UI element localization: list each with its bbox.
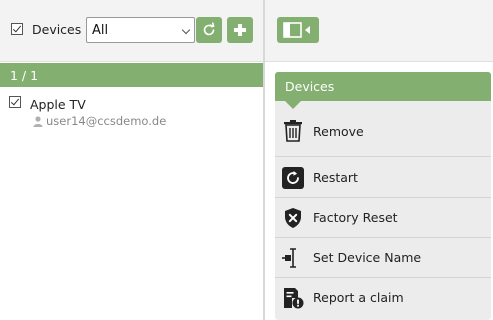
menu-header-pointer [285, 101, 301, 109]
actions-panel: Devices Remove Restart Factory Reset Set… [265, 0, 493, 320]
shield-x-icon [285, 208, 301, 228]
menu-header: Devices [275, 72, 491, 101]
text-cursor-icon [282, 248, 296, 268]
menu-item-label: Factory Reset [313, 210, 398, 225]
menu-title: Devices [285, 79, 335, 94]
item-count: 1 / 1 [10, 68, 39, 83]
menu-item-label: Restart [313, 170, 358, 185]
count-bar: 1 / 1 [0, 63, 270, 87]
list-toolbar: Devices All [0, 0, 263, 62]
menu-item-remove[interactable]: Remove [275, 112, 491, 157]
trash-icon [284, 120, 302, 142]
device-checkbox[interactable] [9, 96, 21, 108]
device-user-email: user14@ccsdemo.de [46, 114, 167, 128]
menu-item-set-device-name[interactable]: Set Device Name [275, 238, 491, 278]
device-actions-menu: Devices Remove Restart Factory Reset Set… [275, 72, 491, 320]
plus-icon [234, 24, 246, 36]
device-list-panel: Devices All 1 / 1 Apple TV user14@ccsdem… [0, 0, 270, 320]
devices-label: Devices [32, 22, 82, 37]
menu-item-restart[interactable]: Restart [275, 158, 491, 198]
filter-select-value: All [92, 23, 109, 38]
menu-item-label: Remove [313, 124, 364, 139]
list-item[interactable]: Apple TV user14@ccsdemo.de [0, 92, 263, 132]
panel-collapse-icon [283, 22, 310, 38]
menu-item-report-claim[interactable]: Report a claim [275, 278, 491, 318]
menu-item-factory-reset[interactable]: Factory Reset [275, 198, 491, 238]
add-button[interactable] [227, 17, 253, 43]
refresh-icon [203, 22, 215, 36]
device-name: Apple TV [30, 97, 86, 112]
menu-item-label: Set Device Name [313, 250, 422, 265]
actions-toolbar [265, 0, 493, 62]
restart-icon [282, 167, 304, 189]
chevron-down-icon [181, 25, 191, 35]
select-all-checkbox[interactable] [11, 23, 23, 35]
filter-select[interactable]: All [86, 17, 195, 43]
collapse-panel-button[interactable] [277, 17, 319, 43]
menu-item-label: Report a claim [313, 290, 404, 305]
report-alert-icon [284, 288, 304, 309]
user-icon [33, 116, 43, 127]
refresh-button[interactable] [196, 17, 222, 43]
